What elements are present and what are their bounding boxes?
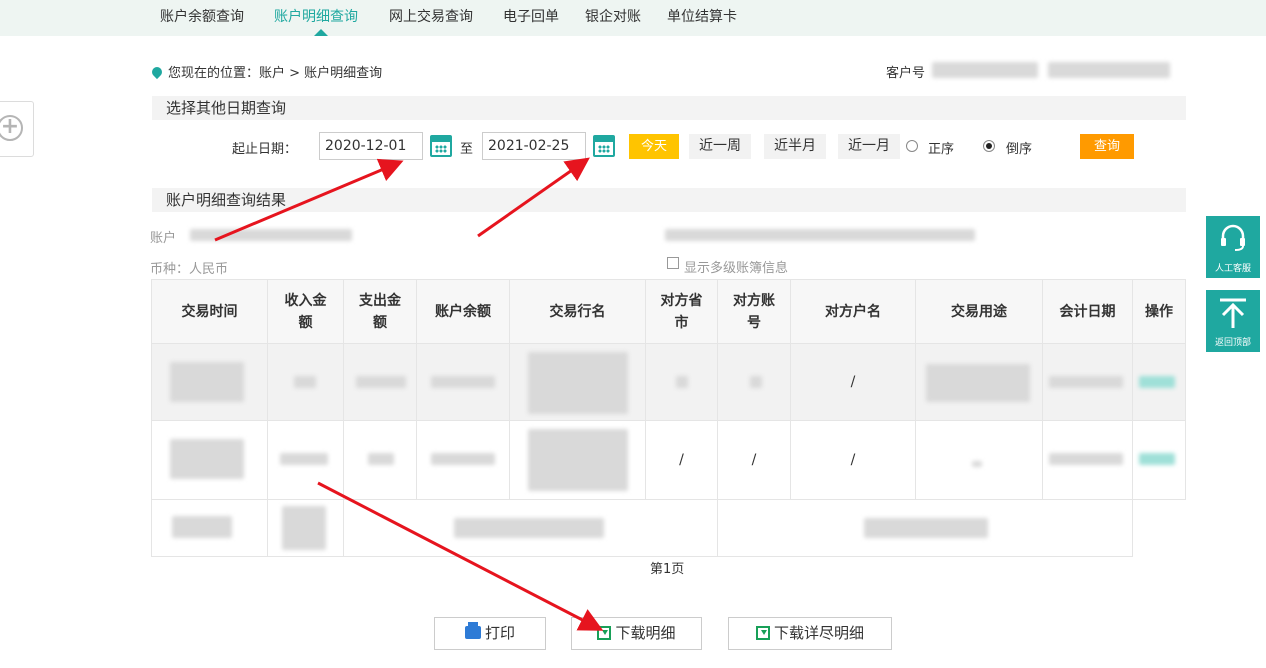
last-half-month-button[interactable]: 近半月 — [764, 134, 826, 159]
date-separator: 至 — [460, 142, 474, 157]
date-section-header: 选择其他日期查询 — [152, 96, 1186, 120]
back-to-top-button[interactable]: 返回顶部 — [1206, 290, 1260, 352]
cell-redacted — [509, 343, 646, 421]
table-row: / / / — [151, 420, 1186, 500]
col-header: 交易时间 — [151, 279, 268, 344]
cell-redacted — [267, 499, 344, 557]
breadcrumb: 您现在的位置：账户 > 账户明细查询 — [149, 62, 383, 81]
empty-cell — [1132, 499, 1186, 557]
cell-redacted — [343, 499, 718, 557]
print-label: 打印 — [484, 624, 515, 642]
arrow-up-icon — [1220, 298, 1246, 328]
col-header: 操作 — [1132, 279, 1186, 344]
order-desc-radio[interactable] — [983, 140, 995, 152]
date-range-label: 起止日期： — [232, 142, 298, 157]
col-header: 账户余额 — [416, 279, 510, 344]
col-header: 对方账号 — [717, 279, 791, 344]
table-header-row: 交易时间 收入金额 支出金额 账户余额 交易行名 对方省市 对方账号 对方户名 … — [151, 279, 1186, 344]
location-pin-icon — [149, 64, 165, 80]
breadcrumb-text: 您现在的位置：账户 > 账户明细查询 — [168, 66, 383, 81]
top-nav: 账户余额查询 账户明细查询 网上交易查询 电子回单 银企对账 单位结算卡 — [0, 0, 1266, 36]
start-calendar-icon[interactable] — [430, 135, 452, 157]
show-multi-ledger-checkbox[interactable] — [667, 257, 679, 269]
cell-redacted — [416, 343, 510, 421]
col-header: 会计日期 — [1042, 279, 1133, 344]
page-indicator: 第1页 — [650, 562, 685, 577]
download-icon — [755, 626, 770, 640]
col-header: 支出金额 — [343, 279, 417, 344]
col-header: 对方户名 — [790, 279, 916, 344]
expand-sidebar-button[interactable]: + — [0, 101, 34, 157]
tab-e-receipt[interactable]: 电子回单 — [503, 6, 559, 26]
customer-number-redacted — [932, 62, 1038, 78]
show-multi-ledger-label: 显示多级账簿信息 — [684, 261, 789, 276]
download-icon — [597, 626, 612, 640]
active-tab-caret — [314, 29, 328, 36]
customer-service-button[interactable]: 人工客服 — [1206, 216, 1260, 278]
cell-redacted — [151, 343, 268, 421]
cell-redacted — [1042, 420, 1133, 500]
cell-slash: / — [645, 420, 718, 500]
back-to-top-label: 返回顶部 — [1214, 338, 1251, 348]
tab-balance-query[interactable]: 账户余额查询 — [160, 6, 244, 26]
headset-icon — [1221, 224, 1245, 251]
cell-redacted — [151, 499, 268, 557]
cell-redacted — [416, 420, 510, 500]
account-label: 账户 — [150, 231, 177, 246]
currency-label: 币种：人民币 — [150, 262, 229, 277]
cell-redacted — [151, 420, 268, 500]
col-header: 交易用途 — [915, 279, 1043, 344]
col-header: 交易行名 — [509, 279, 646, 344]
col-header: 收入金额 — [267, 279, 344, 344]
account-name-redacted — [665, 229, 975, 241]
tab-bank-reconcile[interactable]: 银企对账 — [585, 6, 641, 26]
table-row: / — [151, 343, 1186, 421]
download-label: 下载明细 — [615, 624, 676, 642]
order-asc-radio[interactable] — [906, 140, 918, 152]
cell-redacted — [645, 343, 718, 421]
plus-icon: + — [0, 115, 23, 141]
customer-service-label: 人工客服 — [1214, 264, 1251, 274]
detail-link-redacted[interactable] — [1132, 420, 1186, 500]
download-full-detail-button[interactable]: 下载详尽明细 — [728, 617, 892, 650]
query-button[interactable]: 查询 — [1080, 134, 1134, 159]
cell-redacted — [343, 343, 417, 421]
download-detail-button[interactable]: 下载明细 — [571, 617, 702, 650]
cell-redacted — [267, 420, 344, 500]
account-number-redacted — [190, 229, 352, 241]
last-week-button[interactable]: 近一周 — [689, 134, 751, 159]
table-row — [151, 499, 1186, 557]
order-desc-label: 倒序 — [1006, 142, 1033, 157]
order-asc-label: 正序 — [928, 142, 955, 157]
cell-redacted — [267, 343, 344, 421]
detail-table: 交易时间 收入金额 支出金额 账户余额 交易行名 对方省市 对方账号 对方户名 … — [151, 279, 1186, 557]
customer-name-redacted — [1048, 62, 1170, 78]
cell-slash: / — [790, 343, 916, 421]
tab-detail-query[interactable]: 账户明细查询 — [274, 6, 358, 26]
printer-icon — [464, 622, 481, 639]
tab-settlement-card[interactable]: 单位结算卡 — [667, 6, 737, 26]
col-header: 对方省市 — [645, 279, 718, 344]
tab-online-trade-query[interactable]: 网上交易查询 — [389, 6, 473, 26]
cell-slash: / — [717, 420, 791, 500]
print-button[interactable]: 打印 — [434, 617, 546, 650]
start-date-input[interactable]: 2020-12-01 — [319, 132, 423, 160]
cell-redacted — [509, 420, 646, 500]
download-full-label: 下载详尽明细 — [773, 624, 864, 642]
end-date-input[interactable]: 2021-02-25 — [482, 132, 586, 160]
cell-redacted — [1042, 343, 1133, 421]
cell-redacted — [915, 343, 1043, 421]
cell-redacted — [915, 420, 1043, 500]
detail-link-redacted[interactable] — [1132, 343, 1186, 421]
cell-redacted — [343, 420, 417, 500]
result-section-header: 账户明细查询结果 — [152, 188, 1186, 212]
cell-redacted — [717, 343, 791, 421]
cell-redacted — [717, 499, 1133, 557]
cell-slash: / — [790, 420, 916, 500]
today-button[interactable]: 今天 — [629, 134, 679, 159]
end-calendar-icon[interactable] — [593, 135, 615, 157]
customer-number-label: 客户号 — [886, 66, 926, 81]
last-month-button[interactable]: 近一月 — [838, 134, 900, 159]
